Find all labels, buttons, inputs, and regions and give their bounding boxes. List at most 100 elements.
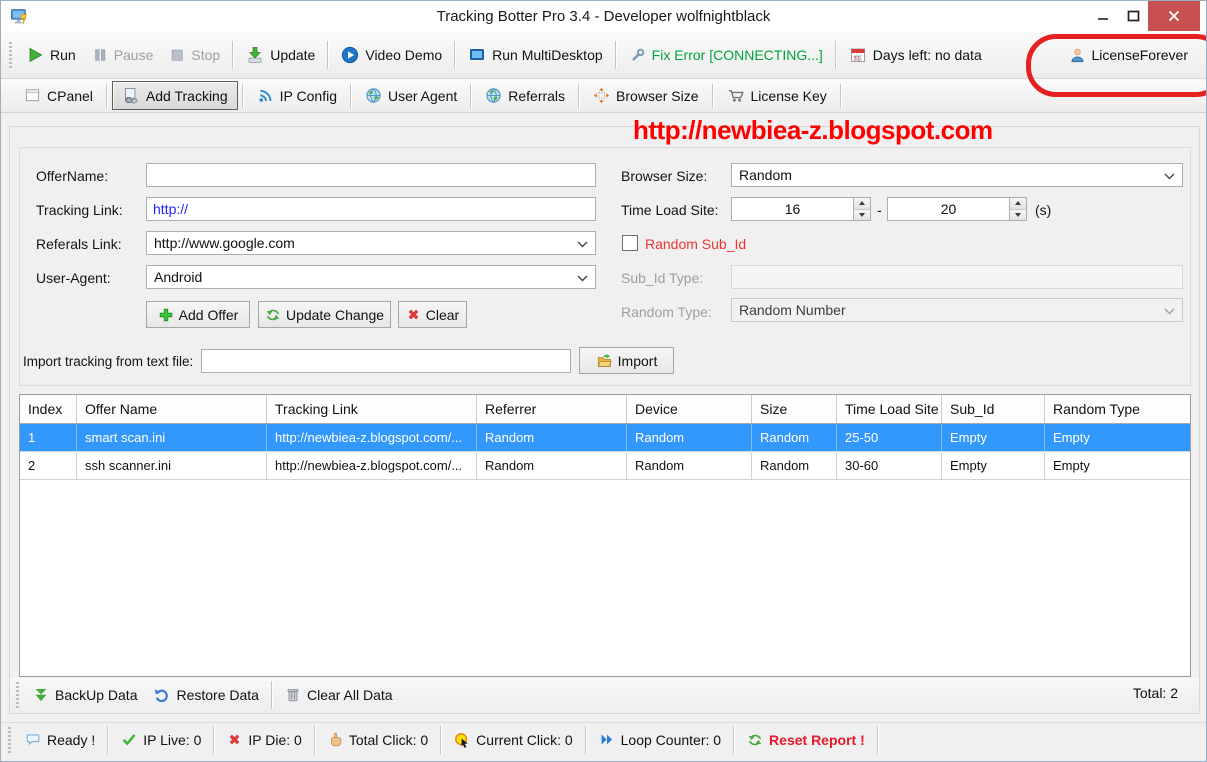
tracking-grid: Index Offer Name Tracking Link Referrer … <box>19 394 1191 677</box>
import-button[interactable]: Import <box>579 347 674 374</box>
stepper-down-button[interactable] <box>1010 209 1026 220</box>
offer-name-label: OfferName: <box>36 168 109 184</box>
double-chevron-right-icon <box>599 732 615 747</box>
cart-icon <box>727 87 745 104</box>
chain-link-icon <box>122 87 140 105</box>
stop-button[interactable]: Stop <box>161 37 228 73</box>
separator <box>834 41 837 69</box>
refresh-icon <box>747 732 763 748</box>
status-ip-die: IP Die: 0 <box>219 732 309 748</box>
run-icon <box>26 46 44 64</box>
grid-header-cell[interactable]: Offer Name <box>77 395 267 423</box>
grid-header-cell[interactable]: Size <box>752 395 837 423</box>
offer-name-input[interactable] <box>146 163 596 187</box>
refresh-icon <box>265 307 281 323</box>
time-range-dash: - <box>877 202 882 218</box>
grid-header-cell[interactable]: Device <box>627 395 752 423</box>
run-multidesktop-button[interactable]: Run MultiDesktop <box>460 37 611 73</box>
click-cursor-icon <box>454 732 470 748</box>
license-button[interactable]: LicenseForever <box>1061 37 1197 73</box>
reset-report-button[interactable]: Reset Report ! <box>739 732 873 748</box>
green-check-icon <box>121 732 137 747</box>
tab-browser-size[interactable]: Browser Size <box>584 82 707 109</box>
tab-user-agent[interactable]: User Agent <box>356 82 466 109</box>
grid-cell: smart scan.ini <box>77 424 267 451</box>
tab-referrals[interactable]: Referrals <box>476 82 574 109</box>
minimize-button[interactable] <box>1088 1 1118 31</box>
update-download-icon <box>246 46 264 64</box>
status-ready: Ready ! <box>17 732 103 748</box>
folder-icon <box>596 353 613 369</box>
monitor-icon <box>468 46 486 64</box>
tab-ip-config[interactable]: IP Config <box>248 82 346 109</box>
toolbar-grip[interactable] <box>16 682 19 708</box>
fix-error-button[interactable]: Fix Error [CONNECTING...] <box>621 37 831 73</box>
grid-cell: 2 <box>20 452 77 479</box>
stepper-down-button[interactable] <box>854 209 870 220</box>
grid-header-cell[interactable]: Tracking Link <box>267 395 477 423</box>
update-button[interactable]: Update <box>238 37 323 73</box>
plus-icon <box>158 307 174 323</box>
stepper-up-button[interactable] <box>854 198 870 210</box>
toolbar-grip[interactable] <box>9 42 12 68</box>
wrench-icon <box>629 47 646 64</box>
grid-row[interactable]: 2 ssh scanner.ini http://newbiea-z.blogs… <box>20 452 1190 480</box>
toolbar-grip[interactable] <box>8 726 11 753</box>
separator <box>213 725 216 754</box>
pause-button[interactable]: Pause <box>84 37 162 73</box>
clear-all-data-button[interactable]: Clear All Data <box>277 677 401 713</box>
separator <box>440 725 443 754</box>
stepper-up-button[interactable] <box>1010 198 1026 210</box>
time-min-stepper[interactable]: 16 <box>731 197 871 221</box>
separator <box>105 83 108 108</box>
separator <box>241 83 244 108</box>
user-agent-combo[interactable]: Android <box>146 265 596 289</box>
run-button[interactable]: Run <box>18 37 84 73</box>
grid-cell: 25-50 <box>837 424 942 451</box>
grid-header-cell[interactable]: Index <box>20 395 77 423</box>
add-offer-button[interactable]: Add Offer <box>146 301 250 328</box>
watermark-text: http://newbiea-z.blogspot.com <box>633 115 993 145</box>
update-change-button[interactable]: Update Change <box>258 301 391 328</box>
random-sub-id-checkbox[interactable] <box>622 235 638 251</box>
main-toolbar: Run Pause Stop Update Video Demo Run Mul… <box>1 32 1206 79</box>
tab-license-key[interactable]: License Key <box>718 82 836 109</box>
grid-header-cell[interactable]: Referrer <box>477 395 627 423</box>
clear-button[interactable]: Clear <box>398 301 467 328</box>
undo-arrow-icon <box>153 687 170 703</box>
close-button[interactable] <box>1148 1 1200 31</box>
separator <box>470 83 473 108</box>
import-path-input[interactable] <box>201 349 571 373</box>
globe-icon <box>365 87 382 104</box>
separator <box>107 725 110 754</box>
maximize-button[interactable] <box>1118 1 1148 31</box>
random-type-combo: Random Number <box>731 298 1183 322</box>
tab-cpanel[interactable]: CPanel <box>15 82 102 109</box>
grid-row-selected[interactable]: 1 smart scan.ini http://newbiea-z.blogsp… <box>20 424 1190 452</box>
grid-cell: Empty <box>942 452 1045 479</box>
restore-data-button[interactable]: Restore Data <box>145 677 266 713</box>
grid-header-cell[interactable]: Time Load Site <box>837 395 942 423</box>
referals-link-combo[interactable]: http://www.google.com <box>146 231 596 255</box>
window-title: Tracking Botter Pro 3.4 - Developer wolf… <box>436 8 771 25</box>
grid-header-cell[interactable]: Random Type <box>1045 395 1190 423</box>
speech-bubble-icon <box>25 732 41 747</box>
time-max-stepper[interactable]: 20 <box>887 197 1027 221</box>
separator <box>711 83 714 108</box>
backup-data-button[interactable]: BackUp Data <box>25 677 145 713</box>
tracking-link-input[interactable] <box>146 197 596 221</box>
separator <box>327 41 330 69</box>
video-demo-button[interactable]: Video Demo <box>333 37 450 73</box>
grid-cell: 1 <box>20 424 77 451</box>
double-down-chevron-icon <box>33 687 49 703</box>
calendar-icon: 31 <box>849 46 867 64</box>
browser-size-combo[interactable]: Random <box>731 163 1183 187</box>
grid-header-cell[interactable]: Sub_Id <box>942 395 1045 423</box>
sub-id-type-input <box>731 265 1183 289</box>
status-bar: Ready ! IP Live: 0 IP Die: 0 Total Click… <box>2 722 1206 756</box>
status-ip-live: IP Live: 0 <box>113 732 209 748</box>
tab-add-tracking[interactable]: Add Tracking <box>111 81 238 110</box>
grid-cell: Random <box>477 424 627 451</box>
status-current-click: Current Click: 0 <box>446 732 580 748</box>
status-total-click: Total Click: 0 <box>320 732 436 748</box>
